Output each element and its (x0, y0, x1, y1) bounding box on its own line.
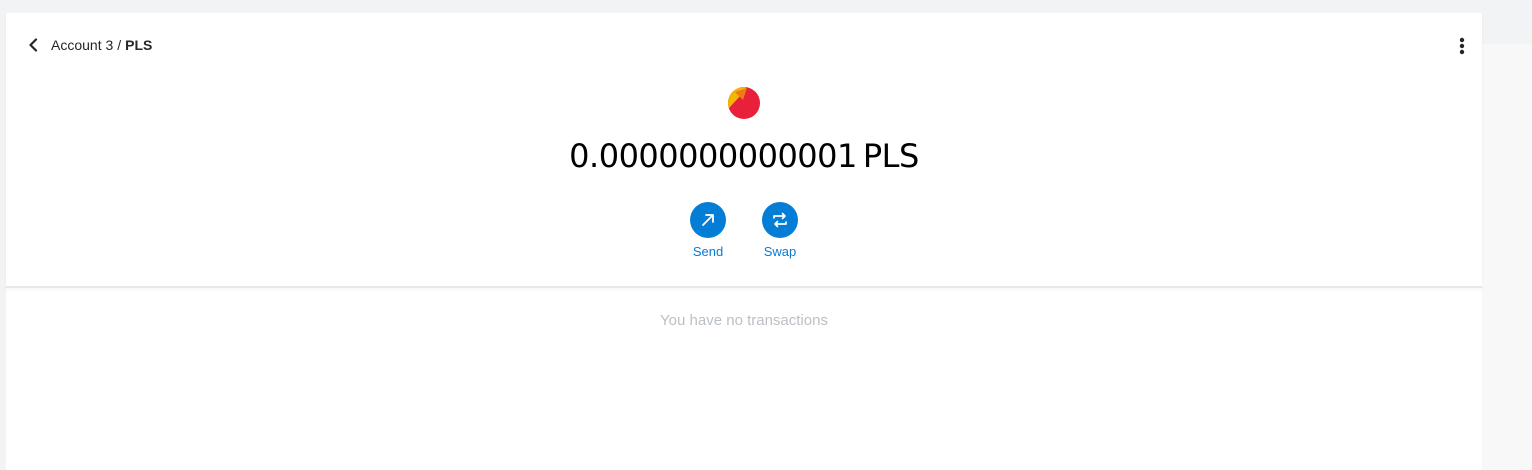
right-gutter (1482, 44, 1532, 470)
send-label[interactable]: Send (693, 244, 723, 259)
swap-button[interactable]: Swap (750, 202, 810, 259)
no-transactions-message: You have no transactions (660, 312, 828, 329)
send-button[interactable]: Send (678, 202, 738, 259)
pulsechain-logo (727, 86, 761, 120)
balance-amount: 0.0000000000001 (569, 137, 857, 175)
breadcrumb-account[interactable]: Account 3 (51, 37, 113, 53)
asset-header: Account 3 / PLS 0.0000000000001 PLS Send… (6, 13, 1482, 288)
token-balance: 0.0000000000001 PLS (6, 137, 1482, 175)
arrow-up-right-icon (702, 214, 714, 226)
balance-unit: PLS (862, 137, 919, 175)
send-circle[interactable] (690, 202, 726, 238)
swap-label[interactable]: Swap (764, 244, 797, 259)
breadcrumb-separator: / (117, 37, 122, 53)
swap-arrows-icon (773, 212, 787, 228)
swap-circle[interactable] (762, 202, 798, 238)
options-menu-button[interactable] (1452, 35, 1472, 57)
chevron-left-icon[interactable] (28, 37, 42, 53)
breadcrumb-token: PLS (125, 37, 153, 53)
breadcrumb[interactable]: Account 3 / PLS (28, 35, 152, 55)
vertical-dots-icon[interactable] (1459, 37, 1465, 55)
asset-panel: Account 3 / PLS 0.0000000000001 PLS Send… (6, 13, 1482, 470)
